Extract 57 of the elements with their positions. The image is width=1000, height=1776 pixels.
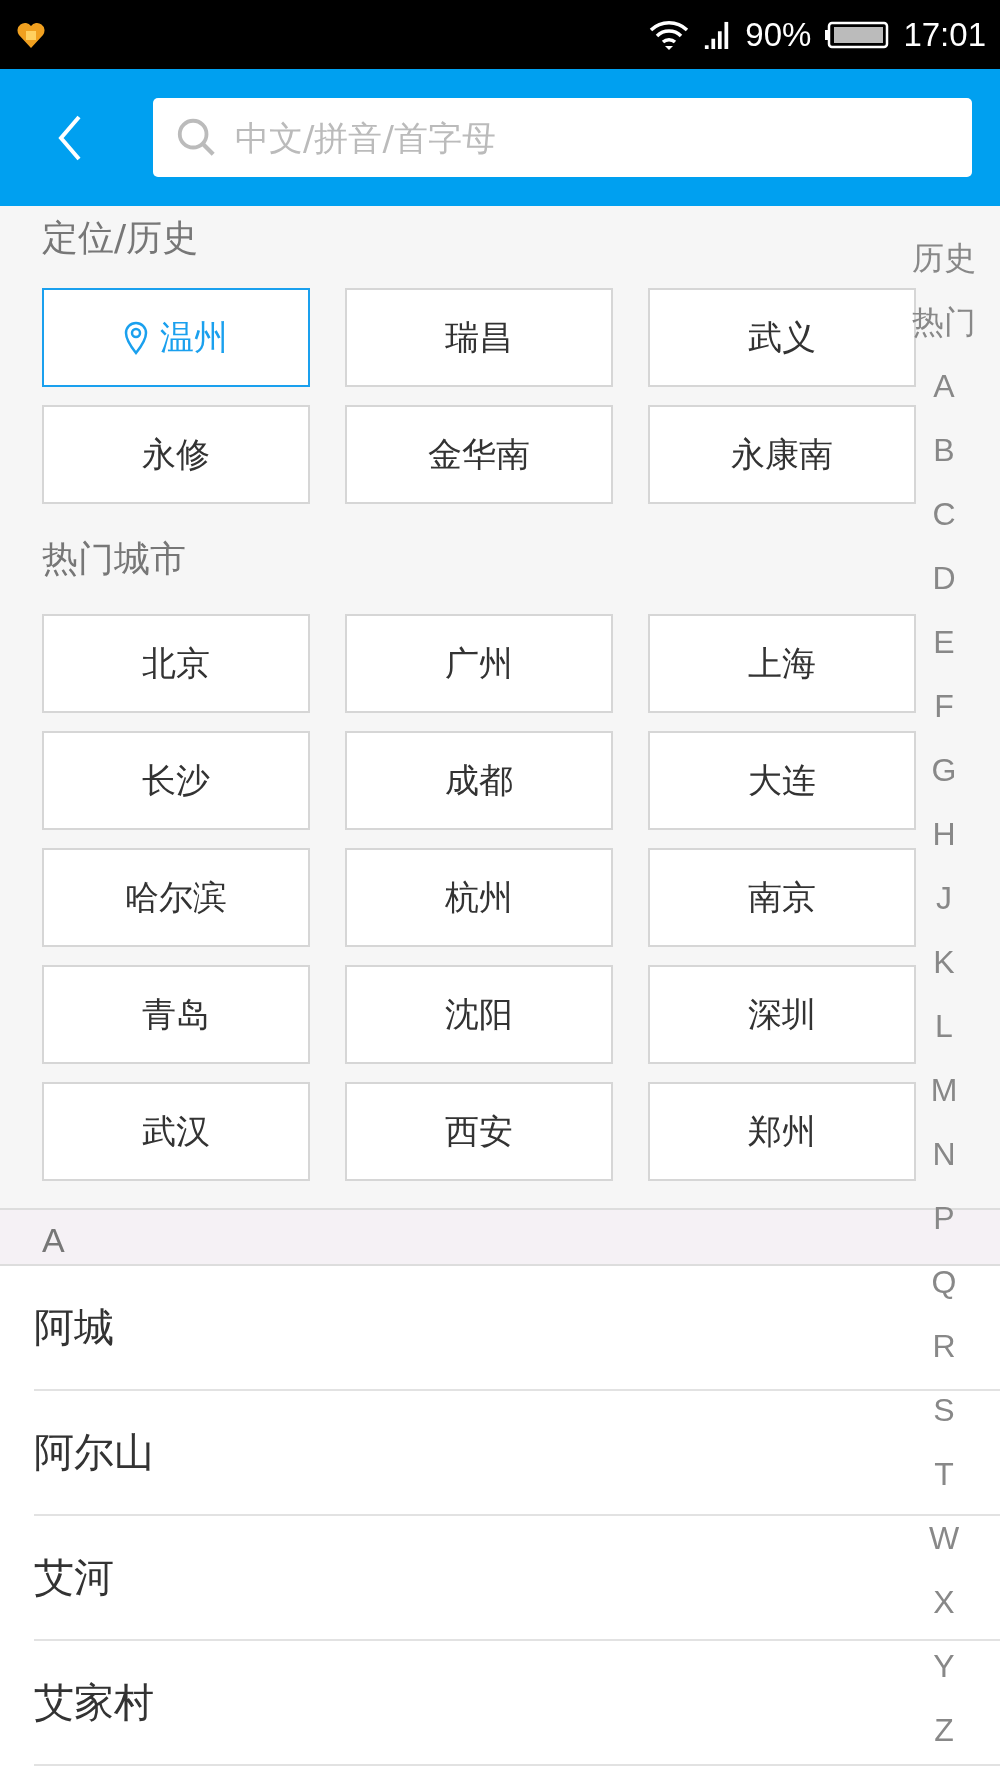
city-button[interactable]: 大连	[648, 731, 916, 830]
location-pin-icon	[124, 320, 148, 355]
city-button[interactable]: 温州	[42, 288, 310, 387]
city-button[interactable]: 上海	[648, 614, 916, 713]
city-button[interactable]: 永修	[42, 405, 310, 504]
city-button[interactable]: 南京	[648, 848, 916, 947]
index-letter[interactable]: P	[933, 1186, 955, 1250]
index-letter[interactable]: L	[935, 994, 953, 1058]
index-letter[interactable]: J	[936, 866, 952, 930]
city-button[interactable]: 瑞昌	[345, 288, 613, 387]
letter-label: A	[42, 1220, 65, 1261]
section-title: 热门城市	[42, 536, 187, 581]
city-button[interactable]: 广州	[345, 614, 613, 713]
city-button[interactable]: 武汉	[42, 1082, 310, 1181]
search-field[interactable]: 中文/拼音/首字母	[153, 98, 972, 177]
index-letter[interactable]: H	[932, 802, 956, 866]
index-letter[interactable]: G	[931, 738, 957, 802]
index-letter[interactable]: K	[933, 930, 955, 994]
index-letter[interactable]: Q	[931, 1250, 957, 1314]
city-list-item[interactable]: 阿城	[34, 1300, 114, 1355]
wifi-icon	[649, 18, 690, 51]
city-list-item[interactable]: 艾家村	[34, 1675, 154, 1730]
city-button[interactable]: 金华南	[345, 405, 613, 504]
city-button[interactable]: 郑州	[648, 1082, 916, 1181]
index-letter[interactable]: S	[933, 1378, 955, 1442]
city-button[interactable]: 成都	[345, 731, 613, 830]
index-letter[interactable]: N	[932, 1122, 956, 1186]
index-letter[interactable]: F	[934, 674, 954, 738]
index-letter[interactable]: Y	[933, 1634, 955, 1698]
city-button[interactable]: 哈尔滨	[42, 848, 310, 947]
city-button[interactable]: 青岛	[42, 965, 310, 1064]
index-letter[interactable]: Z	[934, 1698, 954, 1762]
index-letter[interactable]: W	[928, 1506, 960, 1570]
battery-percent: 90%	[745, 15, 812, 54]
index-letter[interactable]: C	[932, 482, 956, 546]
search-icon	[175, 116, 217, 158]
battery-icon	[825, 20, 890, 49]
index-letter[interactable]: A	[933, 354, 955, 418]
city-button[interactable]: 沈阳	[345, 965, 613, 1064]
city-list-item[interactable]: 阿尔山	[34, 1425, 154, 1480]
city-button[interactable]: 永康南	[648, 405, 916, 504]
clock: 17:01	[903, 15, 986, 54]
city-button[interactable]: 长沙	[42, 731, 310, 830]
index-letter[interactable]: R	[932, 1314, 956, 1378]
city-button[interactable]: 西安	[345, 1082, 613, 1181]
index-letter[interactable]: X	[933, 1570, 955, 1634]
index-letter[interactable]: E	[933, 610, 955, 674]
city-button[interactable]: 杭州	[345, 848, 613, 947]
section-title: 定位/历史	[42, 215, 200, 260]
index-letter[interactable]: B	[933, 418, 955, 482]
index-letter[interactable]: 历史	[912, 226, 976, 290]
city-button[interactable]: 北京	[42, 614, 310, 713]
index-letter[interactable]: M	[930, 1058, 958, 1122]
index-letter[interactable]: T	[934, 1442, 954, 1506]
index-letter[interactable]: D	[932, 546, 956, 610]
city-button[interactable]: 深圳	[648, 965, 916, 1064]
city-list-item[interactable]: 艾河	[34, 1550, 114, 1605]
